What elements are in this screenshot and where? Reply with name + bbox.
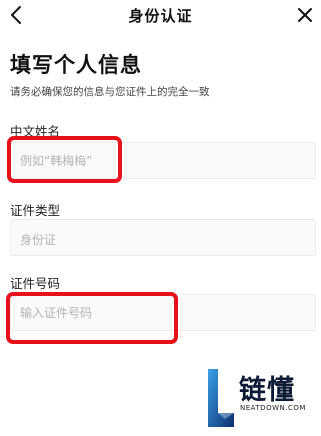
id-number-label: 证件号码 [10,276,61,291]
close-icon [298,8,312,22]
id-number-field[interactable] [10,294,316,331]
name-label: 中文姓名 [10,124,61,139]
watermark-brand: 链懂 [239,375,295,406]
form-subheading: 请务必确保您的信息与您证件上的完全一致 [10,86,210,98]
id-number-input[interactable] [11,295,315,330]
id-type-select[interactable]: 身份证 [10,219,316,256]
watermark-logo: 链懂 NEATDOWN.COM [205,367,321,436]
close-button[interactable] [295,5,315,25]
logo-mark-icon [208,369,234,427]
watermark-domain: NEATDOWN.COM [240,404,306,412]
page-title: 身份认证 [128,7,193,25]
nav-bar: 身份认证 [0,0,321,30]
id-type-label: 证件类型 [10,203,61,218]
form-heading: 填写个人信息 [10,53,142,77]
name-field[interactable] [10,142,316,179]
id-type-value: 身份证 [20,233,57,247]
name-input[interactable] [11,143,315,178]
